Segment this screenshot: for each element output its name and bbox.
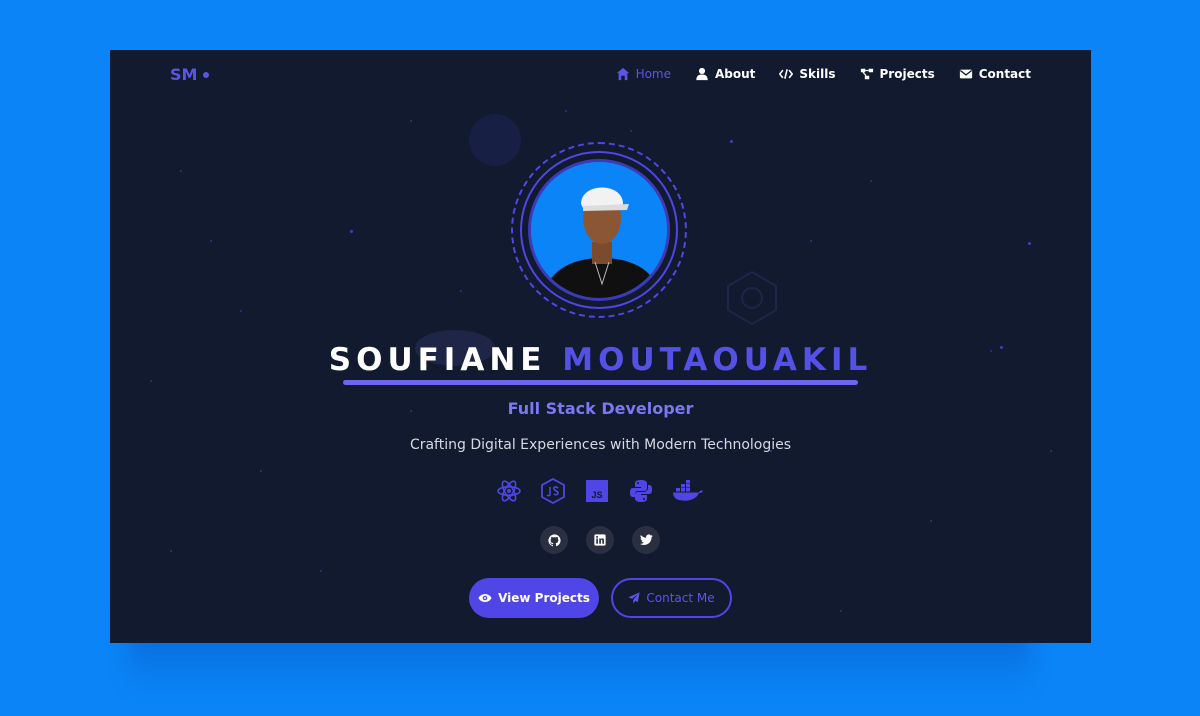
github-icon — [547, 533, 561, 546]
javascript-icon: JS — [584, 478, 610, 504]
profile-photo — [531, 162, 667, 298]
contact-me-button[interactable]: Contact Me — [611, 578, 732, 618]
envelope-icon — [959, 69, 972, 79]
nav-skills[interactable]: Skills — [779, 67, 836, 81]
linkedin-link[interactable] — [586, 526, 614, 554]
nav-links: Home About Skills Projects Contact — [616, 67, 1031, 81]
nav-skills-label: Skills — [799, 67, 836, 81]
view-projects-label: View Projects — [498, 591, 590, 605]
portfolio-window: SM Home About Skills Projects Contact SO… — [110, 50, 1091, 643]
user-icon — [696, 67, 708, 81]
project-diagram-icon — [860, 68, 873, 80]
docker-icon — [672, 478, 704, 504]
nav-projects-label: Projects — [879, 67, 935, 81]
home-icon — [616, 67, 629, 81]
nav-contact[interactable]: Contact — [959, 67, 1031, 81]
github-link[interactable] — [540, 526, 568, 554]
hero-name: SOUFIANE MOUTAOUAKIL — [110, 342, 1091, 378]
logo-dot — [203, 71, 210, 78]
faint-react-shape — [727, 270, 777, 326]
nav-projects[interactable]: Projects — [860, 67, 935, 81]
site-logo[interactable]: SM — [170, 65, 210, 84]
tech-stack-icons: JS — [496, 478, 704, 504]
nav-about-label: About — [715, 67, 756, 81]
hero-first-name: SOUFIANE — [328, 342, 547, 378]
hero-last-name: MOUTAOUAKIL — [562, 342, 873, 378]
linkedin-icon — [594, 534, 606, 546]
nav-home-label: Home — [635, 67, 671, 81]
nav-home[interactable]: Home — [616, 67, 671, 81]
python-icon — [628, 478, 654, 504]
nav-about[interactable]: About — [695, 67, 755, 81]
code-icon — [779, 69, 794, 79]
social-links — [540, 526, 660, 554]
contact-me-label: Contact Me — [646, 591, 715, 605]
paper-plane-icon — [628, 592, 640, 604]
logo-text: SM — [170, 65, 198, 84]
nav-contact-label: Contact — [978, 67, 1031, 81]
javascript-badge-text: JS — [591, 490, 602, 500]
nodejs-icon — [540, 478, 566, 504]
twitter-link[interactable] — [632, 526, 660, 554]
eye-icon — [478, 594, 492, 602]
twitter-icon — [639, 534, 653, 545]
hero-title: Full Stack Developer — [507, 399, 694, 418]
top-navbar: SM Home About Skills Projects Contact — [110, 50, 1091, 100]
name-underline — [343, 380, 858, 385]
faint-node-shape — [469, 114, 521, 166]
hero-tagline: Crafting Digital Experiences with Modern… — [409, 437, 792, 453]
view-projects-button[interactable]: View Projects — [469, 578, 599, 618]
react-icon — [496, 478, 522, 504]
profile-avatar — [528, 159, 670, 301]
